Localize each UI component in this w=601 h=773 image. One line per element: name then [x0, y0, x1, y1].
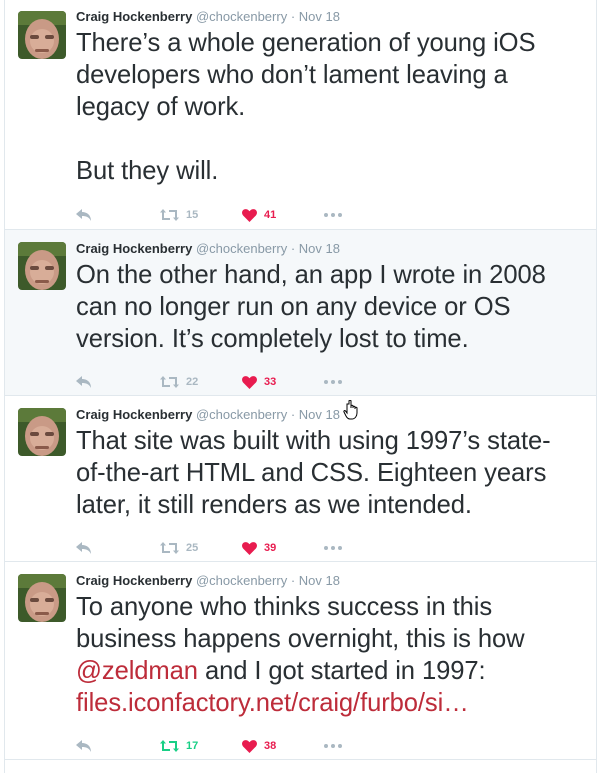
reply-button[interactable] — [76, 372, 160, 392]
tweet[interactable]: Craig Hockenberry @chockenberry · Nov 18… — [5, 230, 596, 396]
username[interactable]: @chockenberry — [196, 9, 287, 24]
like-button[interactable]: 33 — [242, 372, 324, 392]
tweet-text-after: and I got started in 1997: — [204, 657, 486, 685]
fullname[interactable]: Craig Hockenberry — [76, 241, 192, 256]
like-button[interactable]: 38 — [242, 736, 324, 756]
avatar[interactable] — [18, 574, 66, 622]
retweet-count: 17 — [186, 740, 199, 752]
retweet-count: 15 — [186, 209, 199, 221]
more-dots-icon — [324, 380, 342, 384]
retweet-button[interactable]: 25 — [160, 538, 242, 558]
like-button[interactable]: 39 — [242, 538, 324, 558]
reply-icon — [76, 376, 92, 388]
timestamp[interactable]: Nov 18 — [299, 241, 340, 256]
tweet-header: Craig Hockenberry @chockenberry · Nov 18 — [76, 240, 580, 258]
reply-icon — [76, 542, 92, 554]
retweet-count: 22 — [186, 376, 199, 388]
username[interactable]: @chockenberry — [196, 573, 287, 588]
retweet-button[interactable]: 22 — [160, 372, 242, 392]
timestamp[interactable]: Nov 18 — [299, 407, 340, 422]
tweet-header: Craig Hockenberry @chockenberry · Nov 18 — [76, 8, 580, 26]
username[interactable]: @chockenberry — [196, 407, 287, 422]
separator: · — [290, 407, 296, 422]
tweet-text: To anyone who thinks success in this bus… — [76, 591, 580, 719]
tweet[interactable]: Craig Hockenberry @chockenberry · Nov 18… — [5, 0, 596, 230]
retweet-icon — [160, 542, 179, 554]
reply-icon — [76, 740, 92, 752]
retweet-button[interactable]: 17 — [160, 736, 242, 756]
fullname[interactable]: Craig Hockenberry — [76, 9, 192, 24]
tweet-actions: 25 39 — [76, 538, 354, 558]
tweet-actions: 15 41 — [76, 205, 354, 225]
tweet-text-before: To anyone who thinks success in this bus… — [76, 593, 525, 653]
more-dots-icon — [324, 213, 342, 217]
mention-link[interactable]: @zeldman — [76, 657, 198, 685]
more-button[interactable] — [324, 736, 354, 756]
more-dots-icon — [324, 744, 342, 748]
tweet-text-paragraph: That site was built with using 1997’s st… — [76, 427, 551, 519]
avatar[interactable] — [18, 408, 66, 456]
tweet-text-paragraph: There’s a whole generation of young iOS … — [76, 29, 536, 121]
more-button[interactable] — [324, 205, 354, 225]
separator: · — [290, 9, 296, 24]
reply-button[interactable] — [76, 205, 160, 225]
tweet[interactable]: Craig Hockenberry @chockenberry · Nov 18… — [5, 562, 596, 760]
timeline: Craig Hockenberry @chockenberry · Nov 18… — [4, 0, 597, 773]
retweet-icon — [160, 740, 179, 752]
more-dots-icon — [324, 546, 342, 550]
avatar[interactable] — [18, 242, 66, 290]
like-count: 33 — [264, 376, 277, 388]
tweet-actions: 22 33 — [76, 372, 354, 392]
retweet-icon — [160, 376, 179, 388]
tweet-text: On the other hand, an app I wrote in 200… — [76, 259, 580, 355]
more-button[interactable] — [324, 372, 354, 392]
tweet-text: That site was built with using 1997’s st… — [76, 425, 580, 521]
reply-icon — [76, 209, 92, 221]
tweet[interactable]: Craig Hockenberry @chockenberry · Nov 18… — [5, 396, 596, 562]
tweet-text: There’s a whole generation of young iOS … — [76, 27, 580, 187]
retweet-count: 25 — [186, 542, 199, 554]
retweet-button[interactable]: 15 — [160, 205, 242, 225]
like-button[interactable]: 41 — [242, 205, 324, 225]
avatar[interactable] — [18, 11, 66, 59]
heart-icon — [242, 208, 257, 222]
separator: · — [290, 241, 296, 256]
separator: · — [290, 573, 296, 588]
tweet-header: Craig Hockenberry @chockenberry · Nov 18 — [76, 572, 580, 590]
tweet-text-paragraph: But they will. — [76, 157, 219, 185]
tweet-text-paragraph: On the other hand, an app I wrote in 200… — [76, 261, 546, 353]
reply-button[interactable] — [76, 736, 160, 756]
heart-icon — [242, 739, 257, 753]
like-count: 38 — [264, 740, 277, 752]
tweet-header: Craig Hockenberry @chockenberry · Nov 18 — [76, 406, 580, 424]
heart-icon — [242, 541, 257, 555]
username[interactable]: @chockenberry — [196, 241, 287, 256]
timestamp[interactable]: Nov 18 — [299, 9, 340, 24]
heart-icon — [242, 375, 257, 389]
fullname[interactable]: Craig Hockenberry — [76, 573, 192, 588]
hand-pointer-icon — [343, 399, 361, 420]
reply-button[interactable] — [76, 538, 160, 558]
like-count: 41 — [264, 209, 277, 221]
timestamp[interactable]: Nov 18 — [299, 573, 340, 588]
like-count: 39 — [264, 542, 277, 554]
retweet-icon — [160, 209, 179, 221]
more-button[interactable] — [324, 538, 354, 558]
fullname[interactable]: Craig Hockenberry — [76, 407, 192, 422]
tweet-actions: 17 38 — [76, 736, 354, 756]
url-link[interactable]: files.iconfactory.net/craig/furbo/si… — [76, 689, 469, 717]
